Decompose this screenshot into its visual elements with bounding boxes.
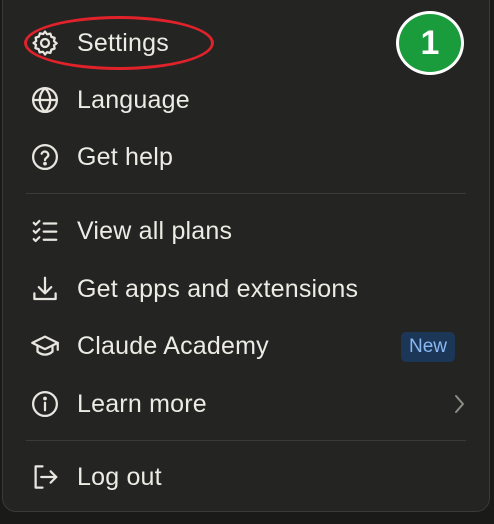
chevron-right-icon bbox=[448, 391, 472, 417]
help-circle-icon bbox=[29, 141, 61, 173]
log-out-icon bbox=[29, 461, 61, 493]
menu-item-learn-more[interactable]: Learn more bbox=[0, 376, 486, 432]
graduation-cap-icon bbox=[29, 330, 61, 362]
menu-item-label: Log out bbox=[77, 462, 162, 491]
download-icon bbox=[29, 273, 61, 305]
menu-item-language[interactable]: Language bbox=[0, 72, 486, 128]
menu-item-label: Language bbox=[77, 85, 190, 114]
menu-item-log-out[interactable]: Log out bbox=[0, 449, 486, 505]
menu-item-view-all-plans[interactable]: View all plans bbox=[0, 203, 486, 259]
menu-item-label: Claude Academy bbox=[77, 331, 269, 360]
menu-item-claude-academy[interactable]: Claude Academy New bbox=[0, 318, 486, 374]
new-badge: New bbox=[401, 332, 456, 362]
menu-item-settings[interactable]: Settings bbox=[0, 15, 486, 71]
menu-divider bbox=[26, 440, 466, 441]
menu-item-label: Learn more bbox=[77, 389, 207, 418]
gear-icon bbox=[29, 27, 61, 59]
menu-divider bbox=[26, 193, 466, 194]
menu-item-get-apps[interactable]: Get apps and extensions bbox=[0, 261, 486, 317]
globe-icon bbox=[29, 84, 61, 116]
page-background-strip bbox=[0, 512, 494, 524]
menu-item-get-help[interactable]: Get help bbox=[0, 129, 486, 185]
menu-item-label: Get help bbox=[77, 142, 174, 171]
menu-item-label: Settings bbox=[77, 28, 169, 57]
menu-item-label: View all plans bbox=[77, 216, 233, 245]
menu-item-label: Get apps and extensions bbox=[77, 274, 359, 303]
checklist-icon bbox=[29, 215, 61, 247]
info-circle-icon bbox=[29, 388, 61, 420]
